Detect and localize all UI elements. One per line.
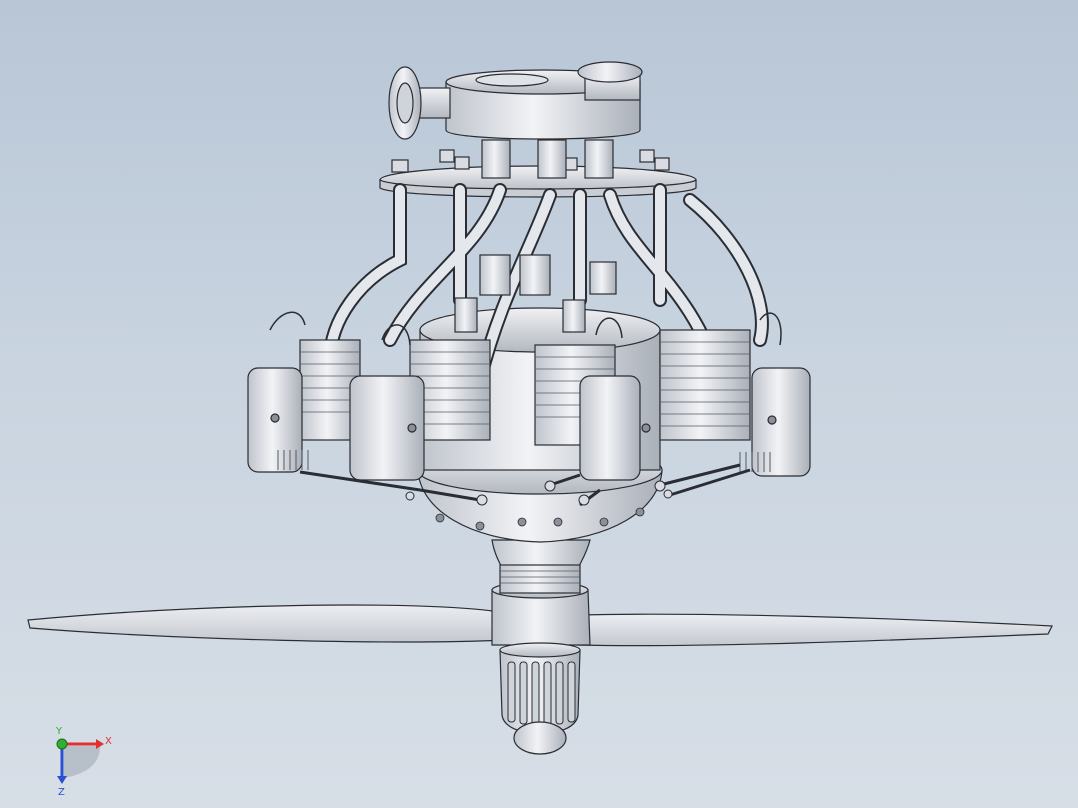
rocker-cover-right[interactable] <box>751 367 811 477</box>
propeller-blade-left[interactable] <box>27 604 506 643</box>
x-axis-arrow <box>96 739 104 749</box>
coordinate-triad: X Z Y <box>55 726 112 798</box>
y-axis-dot <box>56 738 68 750</box>
radial-engine-model[interactable] <box>0 0 1078 808</box>
y-axis-label: Y <box>55 726 63 737</box>
propeller-blade-right[interactable] <box>577 613 1053 647</box>
propeller[interactable] <box>27 581 1053 755</box>
prop-shaft[interactable] <box>491 539 591 594</box>
cylinder-right[interactable] <box>659 329 751 441</box>
cad-graphics-viewport[interactable]: X Z Y <box>0 0 1078 808</box>
intake-plenum[interactable] <box>388 61 670 179</box>
z-axis-label: Z <box>58 787 65 798</box>
triad-shadow <box>64 746 100 778</box>
z-axis-arrow <box>57 776 67 784</box>
rocker-cover-center[interactable] <box>579 375 641 481</box>
x-axis-label: X <box>105 736 112 747</box>
